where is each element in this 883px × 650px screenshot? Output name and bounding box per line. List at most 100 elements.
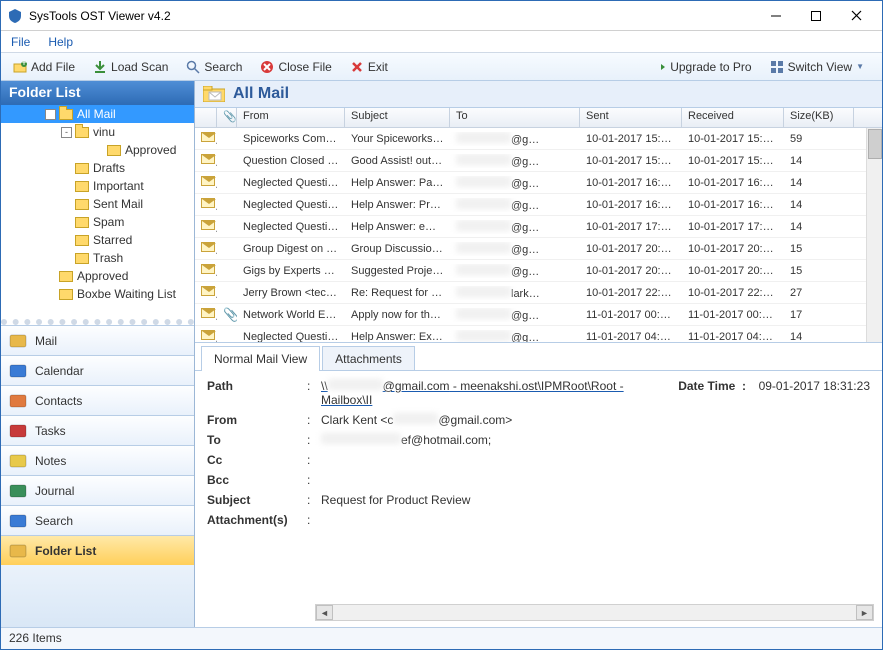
- cell-icon: [195, 286, 217, 299]
- tree-item[interactable]: Spam: [1, 213, 194, 231]
- cell-recv: 10-01-2017 22:03:…: [682, 287, 784, 299]
- tree-item[interactable]: Approved: [1, 267, 194, 285]
- detail-subject-label: Subject: [207, 493, 307, 507]
- col-header-attach[interactable]: 📎: [217, 108, 237, 127]
- nav-item-journal[interactable]: Journal: [1, 475, 194, 505]
- nav-item-label: Calendar: [35, 364, 84, 378]
- tree-item[interactable]: Sent Mail: [1, 195, 194, 213]
- mail-folder-icon: [203, 86, 225, 102]
- cell-sent: 11-01-2017 04:31…: [580, 331, 682, 343]
- cell-recv: 11-01-2017 00:13:…: [682, 309, 784, 321]
- cell-size: 14: [784, 155, 854, 167]
- nav-item-mail[interactable]: Mail: [1, 325, 194, 355]
- detail-bcc-value: [321, 473, 870, 487]
- nav-item-calendar[interactable]: Calendar: [1, 355, 194, 385]
- col-header-subj[interactable]: Subject: [345, 108, 450, 127]
- tree-item[interactable]: Important: [1, 177, 194, 195]
- col-header-to[interactable]: To: [450, 108, 580, 127]
- col-header-recv[interactable]: Received: [682, 108, 784, 127]
- cell-sent: 10-01-2017 15:41…: [580, 133, 682, 145]
- window-title: SysTools OST Viewer v4.2: [29, 9, 756, 23]
- nav-list: Mail Calendar ContactsTasksNotesJournalSea…: [1, 325, 194, 627]
- cell-icon: [195, 132, 217, 145]
- tree-item[interactable]: -vinu: [1, 123, 194, 141]
- switch-view-icon: [770, 60, 784, 74]
- tree-item-label: Trash: [93, 251, 123, 265]
- cell-to: @g…: [450, 132, 580, 146]
- cell-subj: Help Answer: em…: [345, 221, 450, 233]
- mail-row[interactable]: Neglected Questi…Help Answer: em…@g…10-0…: [195, 216, 882, 238]
- cell-subj: Good Assist! outl…: [345, 155, 450, 167]
- load-scan-button[interactable]: Load Scan: [87, 58, 174, 76]
- cell-attach: 📎: [217, 307, 237, 323]
- upgrade-button[interactable]: Upgrade to Pro: [646, 58, 757, 76]
- cell-size: 15: [784, 265, 854, 277]
- mail-row[interactable]: Spiceworks Com…Your Spiceworks …@g…10-01…: [195, 128, 882, 150]
- tree-item[interactable]: Starred: [1, 231, 194, 249]
- minimize-button[interactable]: [756, 4, 796, 28]
- search-button[interactable]: Search: [180, 58, 248, 76]
- contacts-icon: [9, 393, 27, 409]
- col-header-from[interactable]: From: [237, 108, 345, 127]
- notes-icon: [9, 453, 27, 469]
- maximize-button[interactable]: [796, 4, 836, 28]
- close-file-button[interactable]: Close File: [254, 58, 337, 76]
- envelope-icon: [201, 242, 215, 252]
- mail-row[interactable]: Neglected Questi…Help Answer: Par…@g…10-…: [195, 172, 882, 194]
- menu-file[interactable]: File: [11, 35, 30, 49]
- status-bar: 226 Items: [1, 627, 882, 649]
- nav-item-tasks[interactable]: Tasks: [1, 415, 194, 445]
- col-header-icon[interactable]: [195, 108, 217, 127]
- nav-item-contacts[interactable]: Contacts: [1, 385, 194, 415]
- envelope-icon: [201, 220, 215, 230]
- mail-row[interactable]: Neglected Questi…Help Answer: Exc…@g…11-…: [195, 326, 882, 343]
- mail-icon: [9, 333, 27, 349]
- close-button[interactable]: [836, 4, 876, 28]
- cell-recv: 10-01-2017 20:01:…: [682, 243, 784, 255]
- content-title: All Mail: [233, 85, 289, 103]
- cell-icon: [195, 308, 217, 321]
- cell-from: Network World E…: [237, 309, 345, 321]
- detail-tabs: Normal Mail View Attachments: [195, 343, 882, 370]
- tree-item[interactable]: Trash: [1, 249, 194, 267]
- cell-from: Jerry Brown <tec…: [237, 287, 345, 299]
- tree-item[interactable]: Drafts: [1, 159, 194, 177]
- grid-vertical-scrollbar[interactable]: [866, 128, 882, 342]
- tree-item[interactable]: Approved: [1, 141, 194, 159]
- detail-horizontal-scrollbar[interactable]: ◄►: [315, 604, 874, 621]
- mail-row[interactable]: Group Digest on …Group Discussio…@g…10-0…: [195, 238, 882, 260]
- folder-icon: [75, 235, 89, 246]
- cell-to: @g…: [450, 308, 580, 322]
- tree-toggle-icon[interactable]: -: [45, 109, 56, 120]
- add-file-button[interactable]: +Add File: [7, 58, 81, 76]
- switch-view-button[interactable]: Switch View ▼: [764, 58, 870, 76]
- grid-header[interactable]: 📎FromSubjectToSentReceivedSize(KB): [195, 108, 882, 128]
- cell-icon: [195, 154, 217, 167]
- mail-row[interactable]: Question Closed …Good Assist! outl…@g…10…: [195, 150, 882, 172]
- mail-row[interactable]: 📎Network World E…Apply now for th…@g…11-…: [195, 304, 882, 326]
- nav-item-folder-list[interactable]: Folder List: [1, 535, 194, 565]
- folder-icon: [75, 253, 89, 264]
- col-header-size[interactable]: Size(KB): [784, 108, 854, 127]
- envelope-icon: [201, 132, 215, 142]
- tree-toggle-icon[interactable]: -: [61, 127, 72, 138]
- menu-help[interactable]: Help: [48, 35, 73, 49]
- mail-grid: 📎FromSubjectToSentReceivedSize(KB) Spice…: [195, 108, 882, 343]
- tree-item[interactable]: -All Mail: [1, 105, 194, 123]
- folder-tree[interactable]: -All Mail-vinuApprovedDraftsImportantSen…: [1, 105, 194, 325]
- folder-icon: [75, 217, 89, 228]
- tree-item[interactable]: Boxbe Waiting List: [1, 285, 194, 303]
- nav-item-notes[interactable]: Notes: [1, 445, 194, 475]
- grid-body[interactable]: Spiceworks Com…Your Spiceworks …@g…10-01…: [195, 128, 882, 343]
- col-header-sent[interactable]: Sent: [580, 108, 682, 127]
- mail-row[interactable]: Neglected Questi…Help Answer: Pro…@g…10-…: [195, 194, 882, 216]
- mail-row[interactable]: Gigs by Experts E…Suggested Proje…@g…10-…: [195, 260, 882, 282]
- exit-button[interactable]: Exit: [344, 58, 394, 76]
- tab-attachments[interactable]: Attachments: [322, 346, 415, 371]
- tab-normal-view[interactable]: Normal Mail View: [201, 346, 320, 371]
- nav-item-search[interactable]: Search: [1, 505, 194, 535]
- cell-recv: 10-01-2017 16:31:…: [682, 177, 784, 189]
- cell-from: Spiceworks Com…: [237, 133, 345, 145]
- mail-row[interactable]: Jerry Brown <tec…Re: Request for …lark…1…: [195, 282, 882, 304]
- envelope-icon: [201, 330, 215, 340]
